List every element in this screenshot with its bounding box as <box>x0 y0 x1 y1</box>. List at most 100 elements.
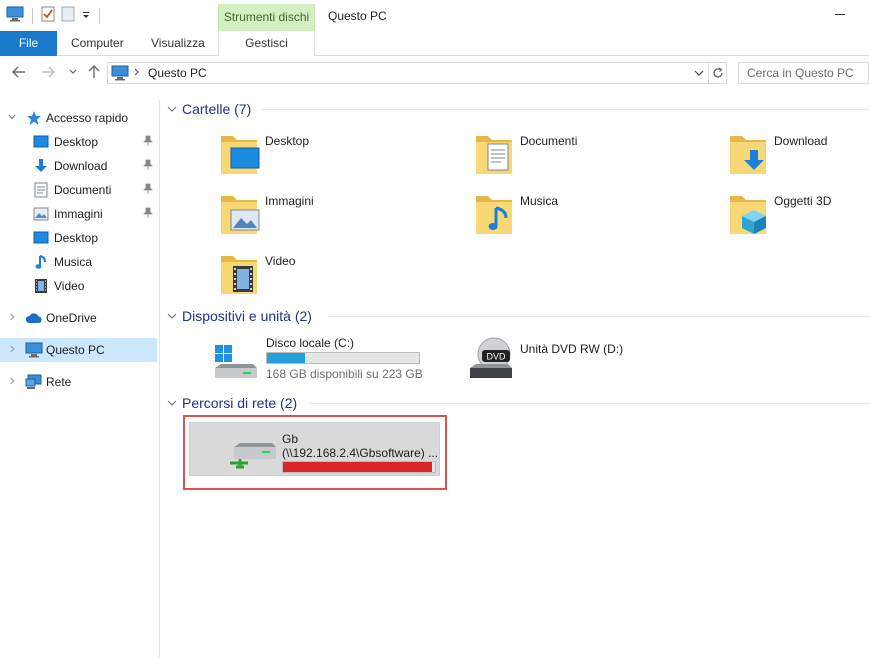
navigation-bar: Questo PC <box>0 56 869 90</box>
properties-icon[interactable] <box>41 6 55 25</box>
address-bar[interactable]: Questo PC <box>107 62 709 84</box>
address-dropdown-icon[interactable] <box>694 67 704 81</box>
film-icon <box>32 278 50 294</box>
download-arrow-icon <box>32 158 50 174</box>
tab-computer[interactable]: Computer <box>71 31 124 56</box>
breadcrumb[interactable]: Questo PC <box>148 66 207 80</box>
group-header-devices[interactable]: Dispositivi e unità (2) <box>166 306 312 326</box>
tab-manage[interactable]: Gestisci <box>218 31 315 56</box>
chevron-right-icon <box>10 377 15 385</box>
cloud-icon <box>25 310 43 326</box>
drive-path: (\\192.168.2.4\Gbsoftware) ... <box>282 446 439 460</box>
music-folder-icon <box>476 196 512 234</box>
pictures-icon <box>32 206 50 222</box>
pin-icon <box>143 207 153 218</box>
folder-desktop[interactable]: Desktop <box>219 130 459 186</box>
sidebar-item-label: Desktop <box>54 231 99 245</box>
refresh-icon <box>712 67 723 78</box>
folder-name: Download <box>774 134 828 148</box>
sidebar-item-quick-access[interactable]: Accesso rapido <box>0 106 157 130</box>
search-box[interactable] <box>738 62 869 84</box>
drive-local-c[interactable]: Disco locale (C:) 168 GB disponibili su … <box>213 336 423 382</box>
tab-view[interactable]: Visualizza <box>151 31 205 56</box>
arrow-left-icon <box>12 66 25 78</box>
folder-download[interactable]: Download <box>728 130 869 186</box>
toolbar-separator <box>99 7 100 24</box>
minimize-icon[interactable] <box>835 14 845 15</box>
network-icon <box>25 374 43 390</box>
3d-objects-folder-icon <box>730 196 766 234</box>
customize-toolbar-icon[interactable] <box>81 9 91 23</box>
group-header-folders[interactable]: Cartelle (7) <box>166 99 251 119</box>
drive-free-space: 168 GB disponibili su 223 GB <box>266 367 423 381</box>
group-header-network[interactable]: Percorsi di rete (2) <box>166 393 297 413</box>
drive-name: Unità DVD RW (D:) <box>520 342 624 356</box>
sidebar-item-download[interactable]: Download <box>0 154 157 178</box>
pin-icon <box>143 183 153 194</box>
sidebar-item-label: Questo PC <box>46 343 105 357</box>
breadcrumb-chevron-icon[interactable] <box>133 65 141 82</box>
title-bar: Strumenti dischi Questo PC <box>0 0 869 31</box>
up-button[interactable] <box>86 64 102 80</box>
sidebar-item-immagini[interactable]: Immagini <box>0 202 157 226</box>
sidebar-item-label: Desktop <box>54 135 99 149</box>
folder-name: Documenti <box>520 134 578 148</box>
group-title: Percorsi di rete (2) <box>182 395 298 411</box>
forward-button[interactable] <box>40 64 56 80</box>
disk-tools-tab-header: Strumenti dischi <box>218 4 315 31</box>
sidebar-item-network[interactable]: Rete <box>0 370 157 394</box>
chevron-down-icon <box>167 313 177 319</box>
sidebar-item-this-pc[interactable]: Questo PC <box>0 338 157 362</box>
sidebar-item-label: Immagini <box>54 207 103 221</box>
search-input[interactable] <box>739 63 863 83</box>
pin-icon <box>143 135 153 146</box>
this-pc-icon <box>25 342 43 358</box>
new-folder-icon[interactable] <box>61 6 75 25</box>
back-button[interactable] <box>11 64 27 80</box>
sidebar-item-musica[interactable]: Musica <box>0 250 157 274</box>
chevron-right-icon <box>10 313 15 321</box>
group-title: Cartelle (7) <box>182 101 252 117</box>
network-drive-gb[interactable]: Gb (\\192.168.2.4\Gbsoftware) ... <box>189 422 440 476</box>
drive-usage-fill <box>283 462 432 472</box>
chevron-down-icon <box>69 69 77 74</box>
drive-name: Disco locale (C:) <box>266 336 355 350</box>
folder-name: Desktop <box>265 134 310 148</box>
navigation-pane: Accesso rapido Desktop Download Document… <box>0 100 160 658</box>
folder-immagini[interactable]: Immagini <box>219 190 459 246</box>
dvd-drive-icon: DVD <box>470 337 512 378</box>
sidebar-item-label: Accesso rapido <box>46 111 129 125</box>
sidebar-item-label: Musica <box>54 255 93 269</box>
chevron-down-icon <box>167 400 177 406</box>
arrow-right-icon <box>42 66 55 78</box>
system-drive-icon <box>215 345 257 378</box>
sidebar-item-onedrive[interactable]: OneDrive <box>0 306 157 330</box>
sidebar-item-video[interactable]: Video <box>0 274 157 298</box>
recent-locations-button[interactable] <box>65 64 81 80</box>
sidebar-item-label: Documenti <box>54 183 112 197</box>
drive-dvd-d[interactable]: DVD Unità DVD RW (D:) <box>468 336 668 382</box>
sidebar-item-documenti[interactable]: Documenti <box>0 178 157 202</box>
group-divider <box>309 403 869 404</box>
refresh-button[interactable] <box>709 62 727 84</box>
arrow-up-icon <box>88 65 100 78</box>
folder-documenti[interactable]: Documenti <box>474 130 714 186</box>
toolbar-separator <box>32 7 33 24</box>
this-pc-icon[interactable] <box>6 6 24 25</box>
folder-video[interactable]: Video <box>219 250 459 306</box>
quick-access-toolbar <box>6 6 102 25</box>
drive-usage-fill <box>267 353 305 363</box>
folder-musica[interactable]: Musica <box>474 190 714 246</box>
music-note-icon <box>32 254 50 270</box>
desktop-folder-icon <box>221 136 260 174</box>
sidebar-item-desktop-2[interactable]: Desktop <box>0 226 157 250</box>
chevron-down-icon <box>167 106 177 112</box>
chevron-down-icon <box>8 114 16 120</box>
drive-name: Gb <box>282 432 299 446</box>
document-icon <box>32 182 50 198</box>
downloads-folder-icon <box>730 136 766 174</box>
drive-usage-bar <box>266 352 420 364</box>
folder-oggetti-3d[interactable]: Oggetti 3D <box>728 190 869 246</box>
tab-file[interactable]: File <box>0 31 57 56</box>
sidebar-item-desktop[interactable]: Desktop <box>0 130 157 154</box>
